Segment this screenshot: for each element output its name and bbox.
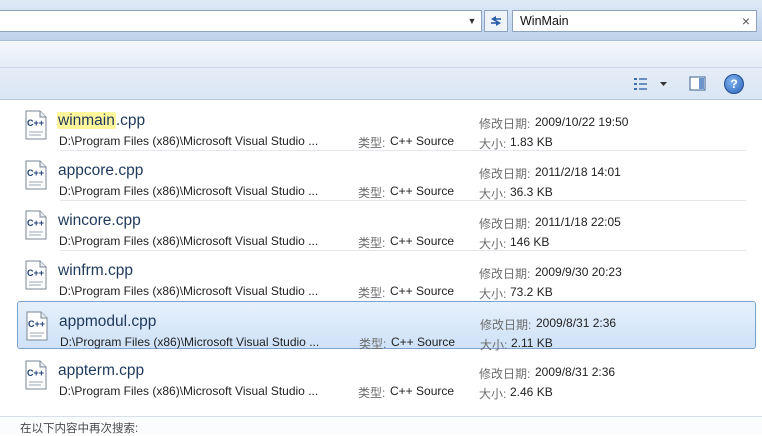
type-label: 类型: [358, 186, 386, 200]
size-label: 大小: [479, 387, 507, 401]
file-size: 2.46 KB [510, 385, 553, 399]
type-label: 类型: [358, 386, 386, 400]
file-name-link[interactable]: appcore.cpp [58, 162, 143, 180]
svg-text:C++: C++ [27, 368, 44, 378]
address-history-dropdown-icon[interactable]: ▼ [463, 11, 481, 31]
file-path: D:\Program Files (x86)\Microsoft Visual … [59, 384, 319, 398]
file-type: C++ Source [390, 384, 455, 398]
details-view-icon [634, 78, 667, 90]
address-bar-strip: ▼ WinMain × [0, 0, 762, 41]
file-size: 146 KB [510, 235, 550, 249]
search-input[interactable]: WinMain × [512, 10, 757, 32]
search-match-highlight: winmain [57, 112, 116, 129]
result-row[interactable]: C++ wincore.cpp D:\Program Files (x86)\M… [17, 201, 756, 251]
change-view-button[interactable] [632, 75, 674, 93]
search-results-list: C++ winmain.cpp D:\Program Files (x86)\M… [0, 100, 762, 416]
result-row[interactable]: C++ appcore.cpp D:\Program Files (x86)\M… [17, 151, 756, 201]
modified-date: 2011/2/18 14:01 [535, 165, 621, 179]
search-again-bar: 在以下内容中再次搜索: [0, 416, 762, 435]
file-path: D:\Program Files (x86)\Microsoft Visual … [59, 134, 319, 148]
modified-date: 2009/10/22 19:50 [535, 115, 629, 129]
cpp-file-icon: C++ [25, 210, 47, 240]
modified-label: 修改日期: [479, 117, 531, 131]
modified-date: 2009/9/30 20:23 [535, 265, 622, 279]
address-bar[interactable]: ▼ [0, 10, 482, 32]
svg-text:C++: C++ [28, 319, 45, 329]
type-label: 类型: [358, 136, 386, 150]
result-row[interactable]: C++ appterm.cpp D:\Program Files (x86)\M… [17, 351, 756, 401]
file-name-link[interactable]: winfrm.cpp [58, 262, 133, 280]
modified-label: 修改日期: [479, 367, 531, 381]
modified-label: 修改日期: [480, 318, 532, 332]
svg-text:C++: C++ [27, 168, 44, 178]
result-row[interactable]: C++ winfrm.cpp D:\Program Files (x86)\Mi… [17, 251, 756, 301]
modified-label: 修改日期: [479, 167, 531, 181]
svg-text:C++: C++ [27, 218, 44, 228]
modified-label: 修改日期: [479, 267, 531, 281]
file-name-link[interactable]: wincore.cpp [58, 212, 141, 230]
file-size: 73.2 KB [510, 285, 553, 299]
file-size: 36.3 KB [510, 185, 553, 199]
file-size: 1.83 KB [510, 135, 553, 149]
view-toolbar: ? [0, 67, 762, 99]
refresh-icon [491, 16, 501, 26]
file-name-rest: appcore.cpp [58, 162, 144, 179]
help-icon: ? [730, 77, 738, 91]
file-type: C++ Source [390, 234, 455, 248]
file-type: C++ Source [390, 184, 455, 198]
result-row[interactable]: C++ appmodul.cpp D:\Program Files (x86)\… [17, 301, 756, 352]
file-size: 2.11 KB [511, 336, 553, 350]
search-again-label: 在以下内容中再次搜索: [20, 423, 139, 435]
modified-date: 2009/8/31 2:36 [535, 365, 616, 379]
cpp-file-icon: C++ [25, 260, 47, 290]
file-name-rest: appterm.cpp [58, 362, 145, 379]
modified-label: 修改日期: [479, 217, 531, 231]
search-query: WinMain [520, 14, 569, 28]
file-name-rest: wincore.cpp [58, 212, 141, 229]
file-path: D:\Program Files (x86)\Microsoft Visual … [59, 234, 319, 248]
cpp-file-icon: C++ [25, 160, 47, 190]
result-row[interactable]: C++ winmain.cpp D:\Program Files (x86)\M… [17, 101, 756, 151]
file-type: C++ Source [390, 284, 455, 298]
file-name-rest: .cpp [115, 112, 146, 129]
file-path: D:\Program Files (x86)\Microsoft Visual … [59, 184, 319, 198]
preview-pane-button[interactable] [688, 75, 708, 93]
svg-text:C++: C++ [27, 268, 44, 278]
modified-date: 2011/1/18 22:05 [535, 215, 621, 229]
cpp-file-icon: C++ [25, 110, 47, 140]
refresh-button[interactable] [484, 10, 508, 32]
cpp-file-icon: C++ [26, 311, 48, 341]
preview-pane-icon [689, 76, 706, 91]
help-button[interactable]: ? [724, 74, 744, 94]
file-type: C++ Source [390, 134, 455, 148]
svg-text:C++: C++ [27, 118, 44, 128]
file-name-link[interactable]: winmain.cpp [57, 112, 146, 130]
file-name-link[interactable]: appmodul.cpp [59, 313, 156, 331]
size-label: 大小: [479, 287, 507, 301]
command-bar: ? [0, 41, 762, 100]
cpp-file-icon: C++ [25, 360, 47, 390]
file-path: D:\Program Files (x86)\Microsoft Visual … [60, 335, 320, 349]
file-name-link[interactable]: appterm.cpp [58, 362, 144, 380]
file-type: C++ Source [391, 335, 456, 349]
file-path: D:\Program Files (x86)\Microsoft Visual … [59, 284, 319, 298]
type-label: 类型: [358, 286, 386, 300]
modified-date: 2009/8/31 2:36 [536, 316, 617, 330]
file-name-rest: appmodul.cpp [59, 313, 157, 330]
type-label: 类型: [359, 337, 387, 351]
clear-search-icon[interactable]: × [742, 13, 750, 29]
type-label: 类型: [358, 236, 386, 250]
file-name-rest: winfrm.cpp [58, 262, 133, 279]
